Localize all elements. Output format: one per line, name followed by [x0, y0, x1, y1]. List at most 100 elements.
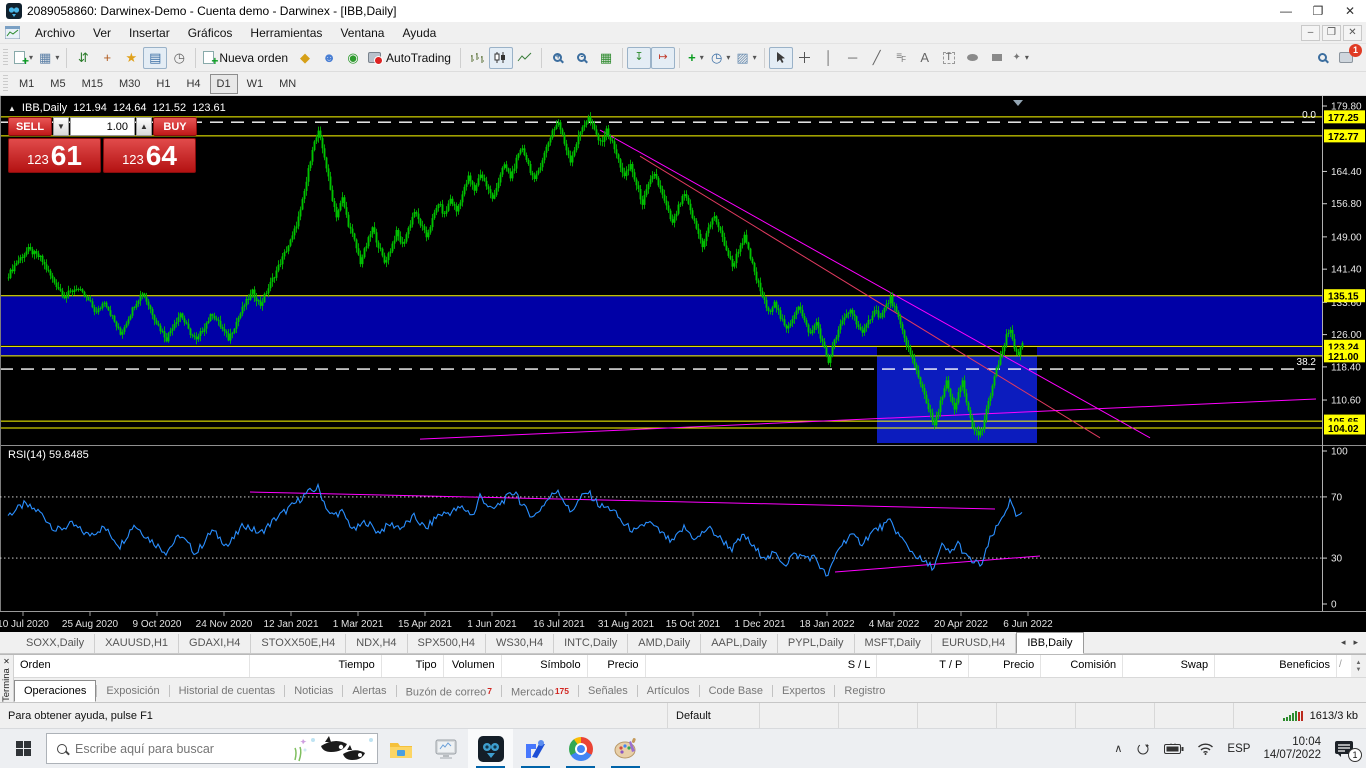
timeframe-mn[interactable]: MN — [272, 74, 303, 94]
indicators-button[interactable]: +▾ — [684, 47, 708, 69]
tile-windows-button[interactable]: ▦ — [594, 47, 618, 69]
symbol-tab-stoxx50e[interactable]: STOXX50E,H4 — [251, 634, 346, 653]
menu-ventana[interactable]: Ventana — [331, 24, 393, 42]
templates-button[interactable]: ▨▾ — [733, 47, 759, 69]
tray-clock[interactable]: 10:04 14/07/2022 — [1263, 736, 1321, 762]
zoom-in-button[interactable]: + — [546, 47, 570, 69]
menu-archivo[interactable]: Archivo — [26, 24, 84, 42]
symbol-tab-ibb[interactable]: IBB,Daily — [1016, 632, 1083, 654]
taskbar-monitor-app[interactable] — [423, 729, 468, 768]
symbol-tab-msft[interactable]: MSFT,Daily — [855, 634, 932, 653]
column-header-comisin[interactable]: Comisión — [1041, 655, 1123, 677]
new-order-button[interactable]: +Nueva orden — [200, 47, 293, 69]
wifi-icon[interactable] — [1197, 742, 1214, 755]
symbol-tab-intc[interactable]: INTC,Daily — [554, 634, 628, 653]
taskbar-mt5[interactable] — [468, 729, 513, 768]
column-header-tiempo[interactable]: Tiempo — [250, 655, 382, 677]
symbol-tab-pypl[interactable]: PYPL,Daily — [778, 634, 855, 653]
zoom-out-button[interactable]: - — [570, 47, 594, 69]
bars-chart-button[interactable] — [465, 47, 489, 69]
restore-icon[interactable]: ❐ — [1302, 0, 1334, 22]
horizontal-line-button[interactable]: ─ — [841, 47, 865, 69]
terminal-tab-exposici-n[interactable]: Exposición — [97, 681, 168, 701]
symbol-tab-aapl[interactable]: AAPL,Daily — [701, 634, 778, 653]
minimize-icon[interactable]: — — [1270, 0, 1302, 22]
column-header-beneficios[interactable]: Beneficios — [1215, 655, 1337, 677]
vertical-line-button[interactable]: │ — [817, 47, 841, 69]
column-header-precio[interactable]: Precio — [969, 655, 1041, 677]
menu-ayuda[interactable]: Ayuda — [393, 24, 445, 42]
language-indicator[interactable]: ESP — [1227, 743, 1250, 755]
toolbar-grip[interactable] — [3, 49, 8, 67]
community-button[interactable]: ☻ — [317, 47, 341, 69]
buy-price-button[interactable]: 123 64 — [103, 138, 196, 173]
auto-scroll-button[interactable]: ↧ — [627, 47, 651, 69]
volume-input[interactable] — [70, 117, 135, 136]
profiles-button[interactable]: ▦▾ — [36, 47, 62, 69]
taskbar-search[interactable] — [46, 733, 378, 764]
timeframe-d1[interactable]: D1 — [210, 74, 238, 94]
terminal-tab-art-culos[interactable]: Artículos — [638, 681, 699, 701]
candles-chart-button[interactable] — [489, 47, 513, 69]
tray-chevron-icon[interactable]: ∧ — [1114, 742, 1122, 755]
gold-ingot-button[interactable]: ◆ — [293, 47, 317, 69]
menu-gráficos[interactable]: Gráficos — [179, 24, 242, 42]
tabs-scroll-left-icon[interactable]: ◂ — [1341, 637, 1346, 648]
timeframe-grip[interactable] — [3, 75, 8, 93]
taskbar-paint3d[interactable] — [603, 729, 648, 768]
column-header-volumen[interactable]: Volumen — [444, 655, 502, 677]
column-header-sl[interactable]: S / L — [646, 655, 878, 677]
terminal-tab-expertos[interactable]: Expertos — [773, 681, 834, 701]
column-header-tipo[interactable]: Tipo — [382, 655, 444, 677]
menu-herramientas[interactable]: Herramientas — [241, 24, 331, 42]
data-window-button[interactable]: + — [95, 47, 119, 69]
taskbar-chrome[interactable] — [558, 729, 603, 768]
text-button[interactable]: A — [913, 47, 937, 69]
column-header-smbolo[interactable]: Símbolo — [502, 655, 588, 677]
symbol-tab-ndx[interactable]: NDX,H4 — [346, 634, 407, 653]
new-chart-button[interactable]: +▾ — [11, 47, 36, 69]
column-header-tp[interactable]: T / P — [877, 655, 969, 677]
price-chart[interactable]: 0.038.2179.80164.40156.80149.00141.40133… — [0, 96, 1366, 632]
trendline-button[interactable]: ╱ — [865, 47, 889, 69]
status-profile[interactable]: Default — [668, 703, 760, 728]
chart-window-icon[interactable] — [5, 26, 20, 39]
timeframe-h4[interactable]: H4 — [179, 74, 207, 94]
timeframe-m30[interactable]: M30 — [112, 74, 147, 94]
notifications-button[interactable]: 1 — [1334, 47, 1358, 69]
volume-increase-button[interactable]: ▲ — [136, 117, 152, 136]
timeframe-m15[interactable]: M15 — [75, 74, 110, 94]
terminal-tab-registro[interactable]: Registro — [835, 681, 894, 701]
fibonacci-button[interactable]: ≡F — [889, 47, 913, 69]
column-header-precio[interactable]: Precio — [588, 655, 646, 677]
menu-ver[interactable]: Ver — [84, 24, 120, 42]
timeframe-m1[interactable]: M1 — [12, 74, 41, 94]
sell-button[interactable]: SELL — [8, 117, 52, 136]
crosshair-button[interactable] — [793, 47, 817, 69]
terminal-tab-alertas[interactable]: Alertas — [343, 681, 395, 701]
timeframe-m5[interactable]: M5 — [43, 74, 72, 94]
symbol-tab-spx500[interactable]: SPX500,H4 — [408, 634, 486, 653]
cursor-button[interactable] — [769, 47, 793, 69]
tabs-scroll-right-icon[interactable]: ▸ — [1353, 637, 1358, 648]
search-button[interactable] — [1310, 47, 1334, 69]
table-scroll-buttons[interactable]: ▲▼ — [1351, 655, 1366, 677]
strategy-tester-button[interactable]: ◷ — [167, 47, 191, 69]
search-input[interactable] — [75, 742, 265, 756]
column-header-orden[interactable]: Orden — [14, 655, 250, 677]
terminal-tab-mercado[interactable]: Mercado175 — [502, 679, 578, 703]
navigator-button[interactable]: ★ — [119, 47, 143, 69]
scroll-down-icon[interactable]: ▼ — [1356, 667, 1362, 673]
rectangle-button[interactable] — [985, 47, 1009, 69]
start-button[interactable] — [0, 729, 46, 768]
symbol-tab-amd[interactable]: AMD,Daily — [628, 634, 701, 653]
terminal-tab-noticias[interactable]: Noticias — [285, 681, 342, 701]
terminal-tab-buz-n-de-correo[interactable]: Buzón de correo7 — [397, 679, 501, 703]
ellipse-button[interactable] — [961, 47, 985, 69]
taskbar-file-explorer[interactable] — [378, 729, 423, 768]
scroll-up-icon[interactable]: ▲ — [1356, 660, 1362, 666]
symbol-tab-ws30[interactable]: WS30,H4 — [486, 634, 554, 653]
chart-shift-button[interactable]: ↦ — [651, 47, 675, 69]
line-chart-button[interactable] — [513, 47, 537, 69]
volume-decrease-button[interactable]: ▼ — [53, 117, 69, 136]
